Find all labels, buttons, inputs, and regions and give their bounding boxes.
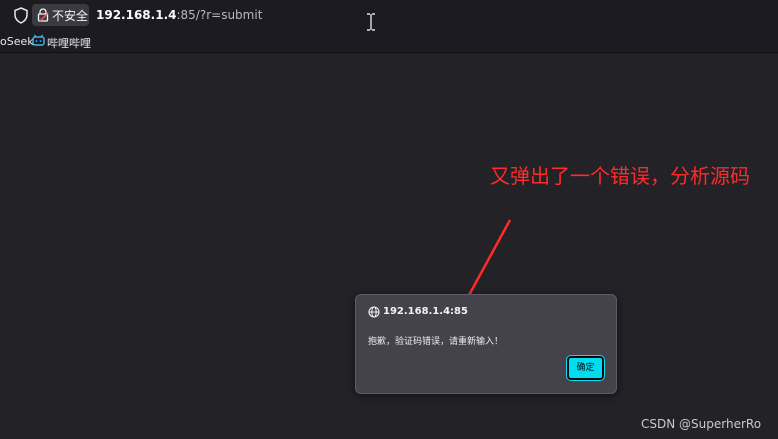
shield-icon[interactable] <box>13 7 29 24</box>
text-cursor-icon <box>367 13 375 31</box>
bilibili-icon <box>32 34 45 46</box>
url-path: :85/?r=submit <box>176 8 263 22</box>
dialog-message: 抱歉，验证码错误，请重新输入！ <box>368 337 504 347</box>
annotation-text: 又弹出了一个错误，分析源码 <box>490 164 750 188</box>
url-text[interactable]: 192.168.1.4:85/?r=submit <box>96 8 262 22</box>
watermark: CSDN @SuperherRo <box>641 417 762 431</box>
alert-dialog: 192.168.1.4:85 抱歉，验证码错误，请重新输入！ 确定 <box>355 294 617 394</box>
site-security-chip[interactable]: 不安全 <box>32 4 89 26</box>
lock-warning-icon <box>37 8 49 22</box>
globe-icon <box>368 306 380 318</box>
bookmark-item[interactable]: 哔哩哔哩 <box>47 35 91 51</box>
security-label: 不安全 <box>52 9 89 23</box>
bookmarks-toolbar: oSeek 哔哩哔哩 <box>0 31 778 53</box>
ok-button[interactable]: 确定 <box>566 355 605 381</box>
dialog-origin: 192.168.1.4:85 <box>383 306 468 317</box>
url-host: 192.168.1.4 <box>96 8 177 22</box>
address-bar[interactable]: 不安全 192.168.1.4:85/?r=submit <box>0 0 778 31</box>
bookmark-item[interactable]: oSeek <box>0 35 34 48</box>
